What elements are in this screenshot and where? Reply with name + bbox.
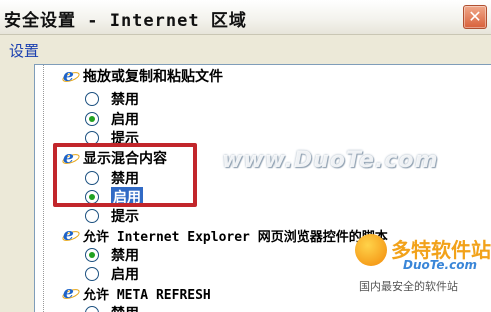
close-button[interactable]: ✕ [463, 5, 487, 29]
settings-group-label: 设置 [9, 42, 40, 60]
radio-button[interactable] [85, 112, 99, 126]
ie-icon: e [61, 283, 81, 303]
setting-option[interactable]: 启用 [85, 264, 139, 284]
site-logo: 多特软件站 DuoTe.com 国内最安全的软件站 [355, 230, 491, 296]
tree-connector-line [43, 65, 44, 312]
setting-option[interactable]: 禁用 [85, 245, 139, 265]
setting-option[interactable]: 提示 [85, 206, 139, 226]
setting-category: e 拖放或复制和粘贴文件 [61, 65, 223, 86]
close-icon: ✕ [468, 7, 482, 26]
ie-icon: e [61, 66, 81, 86]
setting-category: e 允许 META REFRESH [61, 282, 211, 303]
setting-option[interactable]: 启用 [85, 109, 139, 129]
radio-button[interactable] [85, 92, 99, 106]
title-bar: 安全设置 - Internet 区域 ✕ [0, 0, 491, 35]
radio-button[interactable] [85, 306, 99, 312]
setting-option[interactable]: 禁用 [85, 89, 139, 109]
radio-button[interactable] [85, 267, 99, 281]
watermark: www.DuoTe.com [222, 148, 439, 173]
logo-icon [355, 234, 387, 266]
highlight-box [53, 143, 197, 207]
radio-button[interactable] [85, 248, 99, 262]
window-title: 安全设置 - Internet 区域 [4, 11, 247, 31]
setting-category: e 允许 Internet Explorer 网页浏览器控件的脚本 [61, 224, 388, 245]
ie-icon: e [61, 225, 81, 245]
radio-button[interactable] [85, 209, 99, 223]
